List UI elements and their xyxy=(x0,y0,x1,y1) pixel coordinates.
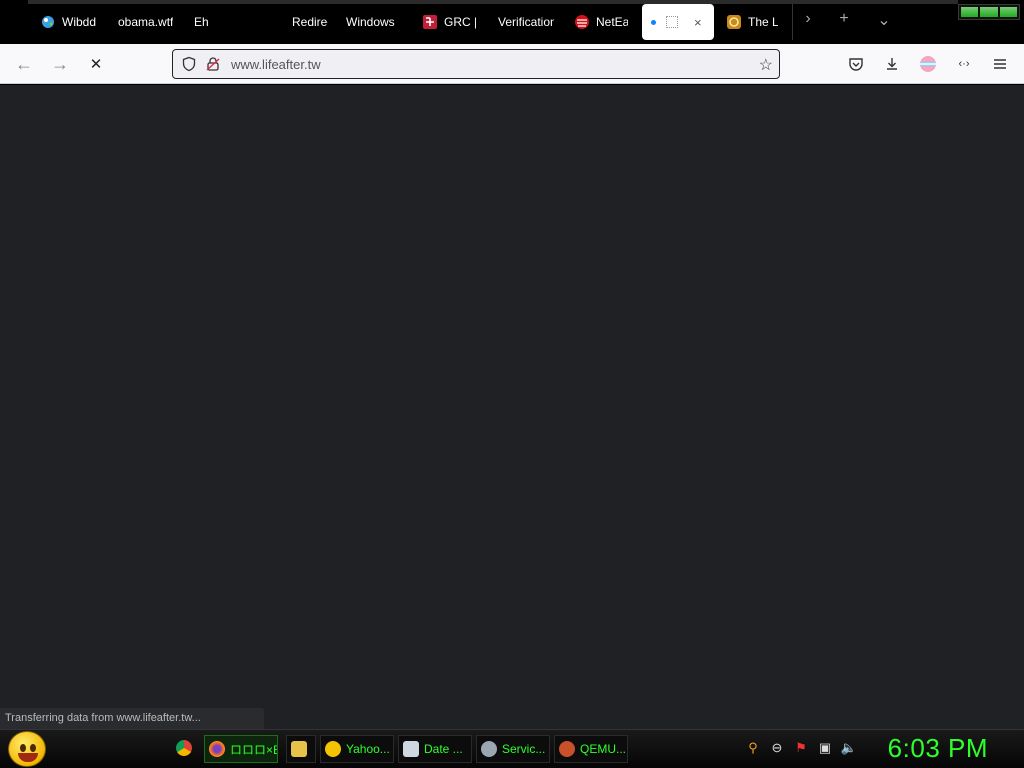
gear-icon xyxy=(481,741,497,757)
smiley-eye xyxy=(30,744,36,752)
lifeafter-icon xyxy=(726,14,742,30)
address-bar[interactable]: www.lifeafter.tw ☆ xyxy=(172,49,780,79)
taskbar-item-label: QEMU... xyxy=(580,742,627,756)
folder-icon xyxy=(291,741,307,757)
extension-button[interactable]: ‹·› xyxy=(952,52,976,76)
tab-the-l[interactable]: The L xyxy=(726,4,778,40)
chrome-icon[interactable] xyxy=(176,740,192,756)
tab-redirect[interactable]: Redirec xyxy=(292,4,328,40)
pocket-icon xyxy=(849,58,863,71)
tab-label: Redirec xyxy=(292,15,328,29)
tab-separator xyxy=(792,4,793,40)
start-button[interactable] xyxy=(8,731,46,767)
pocket-button[interactable] xyxy=(844,52,868,76)
insecure-lock-icon[interactable] xyxy=(205,56,221,72)
menu-button[interactable] xyxy=(988,52,1012,76)
status-panel: Transferring data from www.lifeafter.tw.… xyxy=(0,708,264,729)
tab-label: obama.wtf xyxy=(118,15,174,29)
taskbar-item-yahoo[interactable]: Yahoo... xyxy=(320,735,394,763)
stop-button[interactable]: ✕ xyxy=(84,52,108,76)
system-meter-widget xyxy=(958,4,1020,20)
smiley-mouth xyxy=(18,753,38,762)
tab-verification[interactable]: Verification xyxy=(498,4,554,40)
taskbar-clock[interactable]: 6:03 PM xyxy=(888,733,988,764)
taskbar-item-firefox[interactable]: ロロロ×E... xyxy=(204,735,278,763)
taskbar-item-date[interactable]: Date ... xyxy=(398,735,472,763)
tab-label: Windows xyxy=(346,15,395,29)
netease-icon xyxy=(574,14,590,30)
hamburger-menu-icon xyxy=(994,59,1006,69)
account-button[interactable] xyxy=(916,52,940,76)
meter-bar xyxy=(961,7,979,17)
qemu-icon xyxy=(559,741,575,757)
shield-icon[interactable] xyxy=(181,56,197,72)
taskbar-item-label: Yahoo... xyxy=(346,742,390,756)
firefox-icon xyxy=(209,741,225,757)
date-time-icon xyxy=(403,741,419,757)
action-center-flag-icon[interactable]: ⚑ xyxy=(792,739,810,757)
page-content-area[interactable] xyxy=(0,85,1024,729)
tab-wibdd[interactable]: Wibdd xyxy=(40,4,98,40)
loading-indicator-icon xyxy=(651,19,656,25)
tab-label: GRC | xyxy=(444,15,476,29)
volume-icon[interactable]: 🔈 xyxy=(840,739,858,757)
scroll-tabs-right-button[interactable]: › xyxy=(796,10,820,28)
new-tab-button[interactable]: + xyxy=(832,10,856,28)
meter-bar xyxy=(999,7,1017,17)
tab-label: NetEa xyxy=(596,15,628,29)
url-text: www.lifeafter.tw xyxy=(231,56,321,72)
placeholder-favicon-icon xyxy=(666,16,678,28)
tab-windows[interactable]: Windows xyxy=(346,4,402,40)
tab-lifeafter-active[interactable]: × xyxy=(642,4,714,40)
taskbar-item-label: ロロロ×E... xyxy=(230,742,277,757)
account-avatar-icon xyxy=(920,56,936,72)
tab-grc[interactable]: GRC | xyxy=(422,4,476,40)
tab-obama[interactable]: obama.wtf xyxy=(118,4,176,40)
search-icon[interactable]: ⚲ xyxy=(744,739,762,757)
taskbar-item-label: Date ... xyxy=(424,742,463,756)
messenger-tray-icon[interactable]: ⊖ xyxy=(768,739,786,757)
download-icon xyxy=(887,58,897,70)
extension-icon: ‹·› xyxy=(958,58,970,70)
taskbar: ロロロ×E... Yahoo... Date ... Servic... QEM… xyxy=(0,729,1024,768)
tab-netease[interactable]: NetEa xyxy=(574,4,628,40)
tab-label: Eh xyxy=(194,15,209,29)
taskbar-item-label: Servic... xyxy=(502,742,546,756)
network-icon[interactable]: ▣ xyxy=(816,739,834,757)
forward-button[interactable]: → xyxy=(48,52,72,76)
tab-eh[interactable]: Eh xyxy=(194,4,234,40)
downloads-button[interactable] xyxy=(880,52,904,76)
taskbar-item-qemu[interactable]: QEMU... xyxy=(554,735,628,763)
tab-label: Verification xyxy=(498,15,554,29)
tab-label: The L xyxy=(748,15,778,29)
tab-label: Wibdd xyxy=(62,15,97,29)
list-all-tabs-button[interactable]: ⌄ xyxy=(872,10,896,30)
meter-bar xyxy=(980,7,998,17)
globe-icon xyxy=(40,14,56,30)
yahoo-messenger-icon xyxy=(325,741,341,757)
grc-icon xyxy=(422,14,438,30)
close-tab-icon[interactable]: × xyxy=(694,15,702,30)
smiley-eye xyxy=(20,744,26,752)
bookmark-star-icon[interactable]: ☆ xyxy=(759,55,773,75)
navigation-toolbar: ← → ✕ www.lifeafter.tw ☆ ‹·› xyxy=(0,44,1024,84)
taskbar-item-folder[interactable] xyxy=(286,735,316,763)
taskbar-item-services[interactable]: Servic... xyxy=(476,735,550,763)
tab-strip: Wibdd obama.wtf Eh Redirec Windows GRC |… xyxy=(0,0,1024,44)
back-button[interactable]: ← xyxy=(12,52,36,76)
